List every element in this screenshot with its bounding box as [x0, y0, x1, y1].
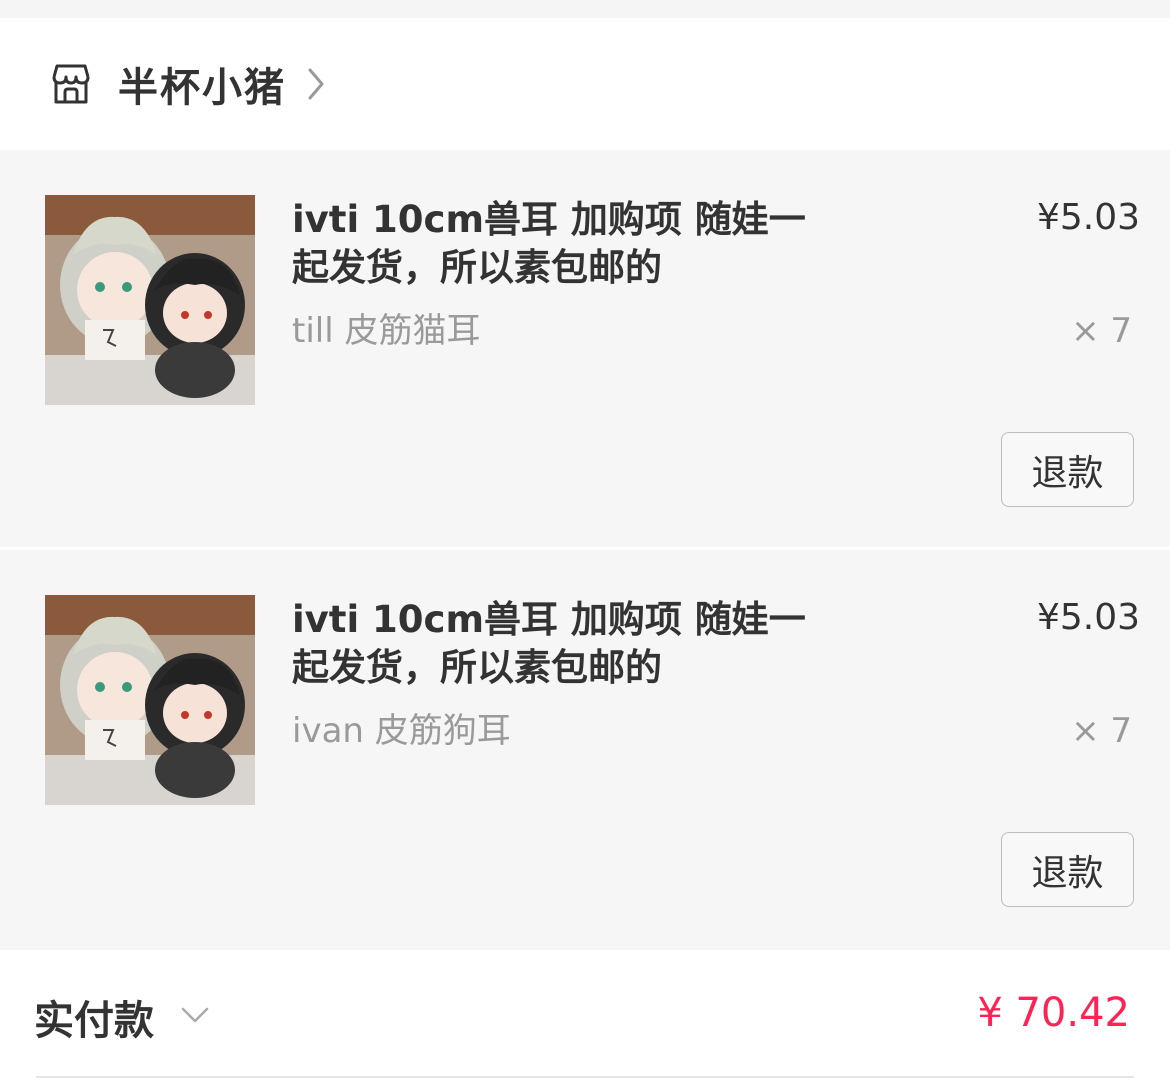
paid-summary-row[interactable]: 实付款 ¥ 70.42	[0, 950, 1170, 1082]
product-variant: ivan 皮筋狗耳	[292, 711, 511, 751]
shop-header[interactable]: 半杯小猪	[0, 18, 1170, 150]
store-icon	[48, 61, 94, 107]
paid-label: 实付款	[34, 998, 154, 1044]
product-quantity: × 7	[1071, 711, 1132, 751]
paid-amount: ¥ 70.42	[977, 990, 1130, 1036]
refund-button[interactable]: 退款	[1001, 832, 1134, 907]
order-detail-page: 半杯小猪 ivti 10cm兽耳 加购项 随娃一起发货，所以素包邮的 ¥5.03…	[0, 0, 1170, 1082]
product-price: ¥5.03	[1036, 197, 1140, 238]
chevron-down-icon[interactable]	[180, 1000, 210, 1030]
product-thumbnail[interactable]	[45, 595, 255, 805]
bottom-divider	[36, 1076, 1134, 1078]
product-title[interactable]: ivti 10cm兽耳 加购项 随娃一起发货，所以素包邮的	[292, 196, 832, 292]
refund-button[interactable]: 退款	[1001, 432, 1134, 507]
order-item[interactable]: ivti 10cm兽耳 加购项 随娃一起发货，所以素包邮的 ¥5.03 ivan…	[0, 550, 1170, 948]
chevron-right-icon	[304, 64, 328, 104]
product-variant: till 皮筋猫耳	[292, 311, 481, 351]
product-title[interactable]: ivti 10cm兽耳 加购项 随娃一起发货，所以素包邮的	[292, 596, 832, 692]
order-item[interactable]: ivti 10cm兽耳 加购项 随娃一起发货，所以素包邮的 ¥5.03 till…	[0, 150, 1170, 548]
shop-name: 半杯小猪	[118, 65, 286, 111]
product-quantity: × 7	[1071, 311, 1132, 351]
product-price: ¥5.03	[1036, 597, 1140, 638]
product-thumbnail[interactable]	[45, 195, 255, 405]
top-spacer	[0, 0, 1170, 18]
